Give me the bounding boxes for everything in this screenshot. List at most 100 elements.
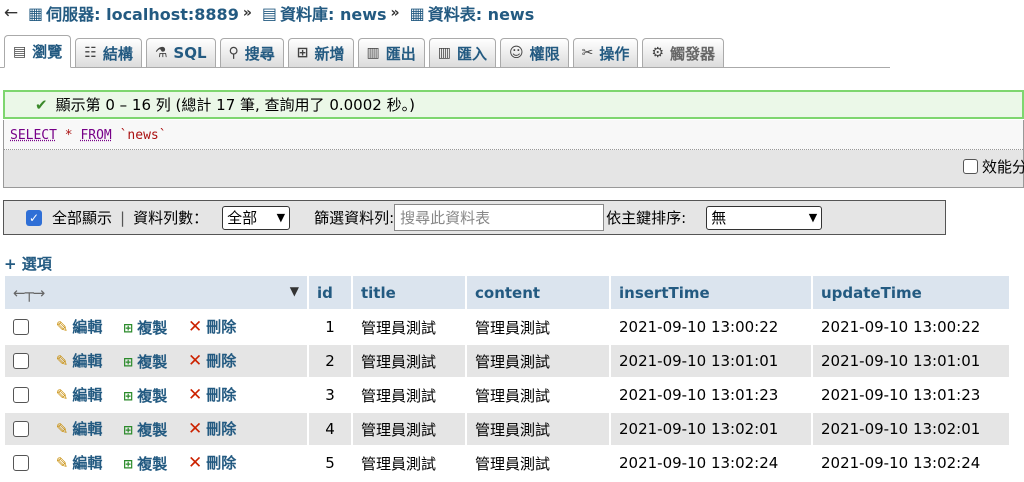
options-link[interactable]: + 選項 [4, 253, 52, 274]
breadcrumb-database-label: 資料庫: news [280, 5, 387, 24]
table-row: ✎ 編輯 ⊞ 複製 ✕ 刪除 1 管理員測試 管理員測試 2021-09-10 13:… [5, 311, 1009, 343]
edit-button[interactable]: ✎ 編輯 [56, 418, 103, 439]
sql-select-keyword[interactable]: SELECT [10, 128, 57, 143]
column-header-inserttime[interactable]: insertTime [611, 276, 811, 309]
pencil-icon: ✎ [55, 453, 69, 472]
triggers-icon: ⚙ [651, 45, 664, 61]
breadcrumb-database[interactable]: ▤ 資料庫: news [256, 1, 387, 25]
tab-insert[interactable]: ⊞ 新增 [287, 38, 354, 67]
copy-button[interactable]: ⊞ 複製 [123, 351, 167, 372]
cell-inserttime[interactable]: 2021-09-10 13:01:23 [611, 379, 811, 411]
cell-title[interactable]: 管理員測試 [353, 311, 465, 343]
cell-id[interactable]: 4 [309, 413, 351, 445]
cell-id[interactable]: 5 [309, 447, 351, 479]
cell-content[interactable]: 管理員測試 [467, 447, 609, 479]
row-actions-cell: ✎ 編輯 ⊞ 複製 ✕ 刪除 [5, 311, 307, 343]
delete-button[interactable]: ✕ 刪除 [188, 350, 236, 371]
sql-query[interactable]: SELECT * FROM `news` [4, 120, 1023, 150]
cell-inserttime[interactable]: 2021-09-10 13:02:24 [611, 447, 811, 479]
delete-icon: ✕ [188, 384, 203, 405]
filter-placeholder: 搜尋此資料表 [400, 209, 491, 227]
chevron-down-icon: ▼ [808, 211, 818, 224]
delete-button[interactable]: ✕ 刪除 [188, 384, 236, 405]
tab-import[interactable]: ▥ 匯入 [428, 38, 497, 67]
filter-label: 篩選資料列: [314, 209, 395, 227]
row-checkbox[interactable] [13, 387, 29, 403]
edit-button[interactable]: ✎ 編輯 [56, 452, 103, 473]
row-checkbox[interactable] [13, 353, 29, 369]
column-header-title[interactable]: title [353, 276, 465, 309]
tab-browse[interactable]: ▤ 瀏覽 [4, 35, 72, 68]
edit-button[interactable]: ✎ 編輯 [56, 350, 103, 371]
cell-title[interactable]: 管理員測試 [353, 447, 465, 479]
cell-updatetime[interactable]: 2021-09-10 13:02:01 [813, 413, 1009, 445]
cell-id[interactable]: 3 [309, 379, 351, 411]
edit-button[interactable]: ✎ 編輯 [56, 316, 103, 337]
insert-icon: ⊞ [296, 45, 309, 61]
cell-updatetime[interactable]: 2021-09-10 13:01:01 [813, 345, 1009, 377]
delete-button[interactable]: ✕ 刪除 [188, 316, 236, 337]
cell-updatetime[interactable]: 2021-09-10 13:02:24 [813, 447, 1009, 479]
cell-title[interactable]: 管理員測試 [353, 413, 465, 445]
cell-title[interactable]: 管理員測試 [353, 345, 465, 377]
filter-input[interactable]: 搜尋此資料表 [394, 204, 605, 231]
cell-inserttime[interactable]: 2021-09-10 13:00:22 [611, 311, 811, 343]
sql-query-box: SELECT * FROM `news` 效能分 [3, 120, 1024, 188]
tab-structure[interactable]: ☷ 結構 [75, 38, 142, 67]
column-header-content[interactable]: content [467, 276, 609, 309]
delete-button[interactable]: ✕ 刪除 [188, 418, 236, 439]
cell-inserttime[interactable]: 2021-09-10 13:01:01 [611, 345, 811, 377]
tab-triggers[interactable]: ⚙ 觸發器 [642, 38, 724, 67]
cell-content[interactable]: 管理員測試 [467, 311, 609, 343]
cell-content[interactable]: 管理員測試 [467, 413, 609, 445]
server-icon: ▦ [28, 3, 44, 23]
cell-content[interactable]: 管理員測試 [467, 345, 609, 377]
structure-icon: ☷ [84, 45, 97, 61]
column-arrows-icon[interactable]: ←┬→ [13, 284, 45, 302]
tab-sql[interactable]: ⚗ SQL [145, 38, 216, 67]
breadcrumb-table-label: 資料表: news [427, 5, 535, 24]
table-row: ✎ 編輯 ⊞ 複製 ✕ 刪除 3 管理員測試 管理員測試 2021-09-10 13:… [5, 379, 1009, 411]
tab-export[interactable]: ▥ 匯出 [357, 38, 425, 67]
check-icon: ✔ [35, 95, 48, 114]
sort-label: 依主鍵排序: [606, 209, 687, 227]
privileges-icon: ☺ [509, 45, 524, 61]
row-checkbox[interactable] [13, 455, 29, 471]
tab-search[interactable]: ⚲ 搜尋 [219, 38, 284, 67]
copy-button[interactable]: ⊞ 複製 [123, 453, 167, 474]
cell-content[interactable]: 管理員測試 [467, 379, 609, 411]
rows-select[interactable]: 全部 ▼ [222, 205, 291, 230]
cell-inserttime[interactable]: 2021-09-10 13:02:01 [611, 413, 811, 445]
back-arrow-icon[interactable]: ← [0, 3, 22, 23]
row-actions-cell: ✎ 編輯 ⊞ 複製 ✕ 刪除 [5, 379, 307, 411]
row-checkbox[interactable] [13, 319, 29, 335]
row-checkbox[interactable] [13, 421, 29, 437]
column-header-updatetime[interactable]: updateTime [813, 276, 1009, 309]
sql-from-keyword[interactable]: FROM [80, 128, 111, 143]
breadcrumb-table[interactable]: ▦ 資料表: news [404, 1, 535, 25]
sql-table-name: `news` [119, 128, 167, 143]
cell-updatetime[interactable]: 2021-09-10 13:01:23 [813, 379, 1009, 411]
copy-button[interactable]: ⊞ 複製 [123, 385, 167, 406]
tab-operations[interactable]: ✂ 操作 [572, 38, 639, 67]
column-menu-icon[interactable]: ▼ [290, 284, 299, 298]
cell-updatetime[interactable]: 2021-09-10 13:00:22 [813, 311, 1009, 343]
delete-button[interactable]: ✕ 刪除 [188, 452, 236, 473]
table-row: ✎ 編輯 ⊞ 複製 ✕ 刪除 4 管理員測試 管理員測試 2021-09-10 13:… [5, 413, 1009, 445]
column-header-id[interactable]: id [309, 276, 351, 309]
profiling-checkbox[interactable] [962, 159, 978, 174]
profiling-toggle[interactable]: 效能分 [962, 156, 1024, 177]
delete-icon: ✕ [188, 418, 203, 439]
pencil-icon: ✎ [55, 419, 69, 438]
cell-id[interactable]: 1 [309, 311, 351, 343]
tab-privileges[interactable]: ☺ 權限 [500, 38, 569, 67]
cell-title[interactable]: 管理員測試 [353, 379, 465, 411]
copy-button[interactable]: ⊞ 複製 [123, 419, 167, 440]
breadcrumb-server[interactable]: ▦ 伺服器: localhost:8889 [22, 1, 239, 25]
copy-button[interactable]: ⊞ 複製 [123, 317, 167, 338]
sort-select[interactable]: 無 ▼ [706, 205, 823, 230]
cell-id[interactable]: 2 [309, 345, 351, 377]
table-header-row: ←┬→ ▼ id title content insertTime update… [5, 276, 1009, 309]
edit-button[interactable]: ✎ 編輯 [56, 384, 103, 405]
show-all-checkbox[interactable]: ✓ [26, 209, 42, 226]
